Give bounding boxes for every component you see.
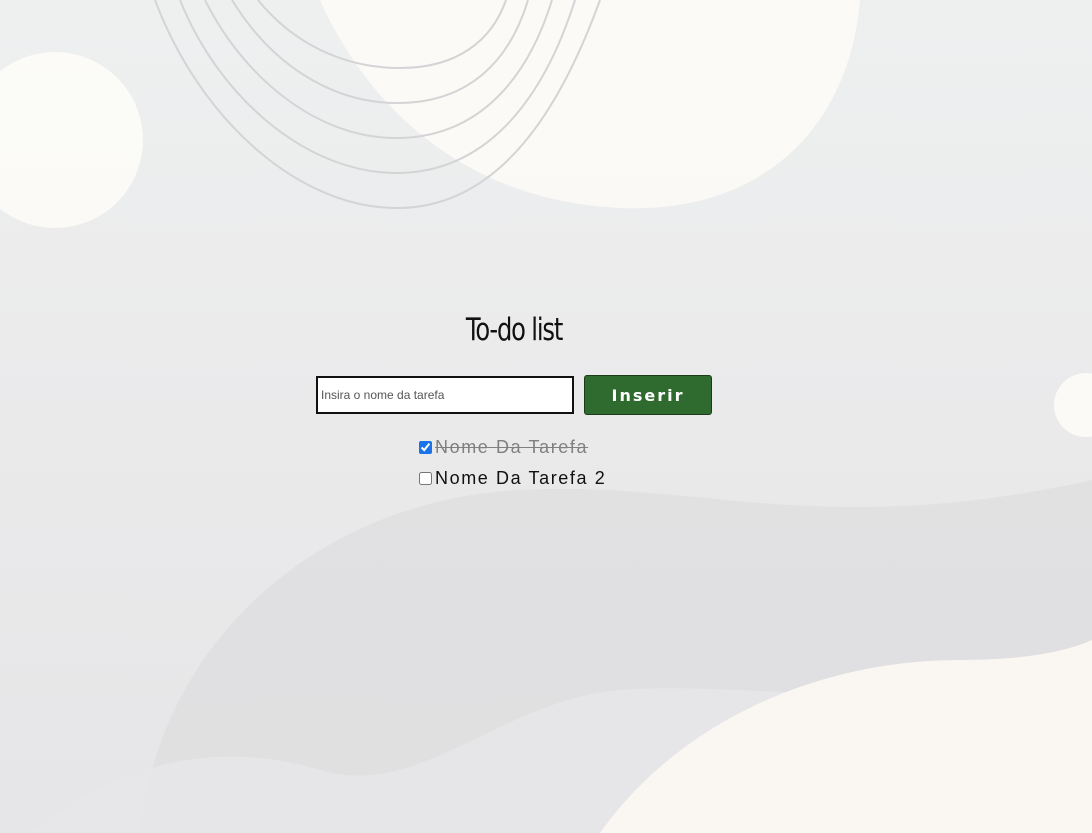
- insert-button[interactable]: Inserir: [584, 375, 712, 415]
- task-label: Nome Da Tarefa: [435, 437, 589, 457]
- todo-app: To-do list Inserir Nome Da Tarefa Nome D…: [0, 0, 1092, 833]
- task-name-input[interactable]: [316, 376, 574, 414]
- task-item: Nome Da Tarefa: [418, 432, 606, 463]
- task-item: Nome Da Tarefa 2: [418, 463, 606, 494]
- page-title: To-do list: [465, 312, 563, 348]
- task-checkbox[interactable]: [419, 472, 432, 485]
- task-checkbox[interactable]: [419, 441, 432, 454]
- task-label: Nome Da Tarefa 2: [435, 468, 607, 488]
- task-list: Nome Da Tarefa Nome Da Tarefa 2: [418, 432, 606, 494]
